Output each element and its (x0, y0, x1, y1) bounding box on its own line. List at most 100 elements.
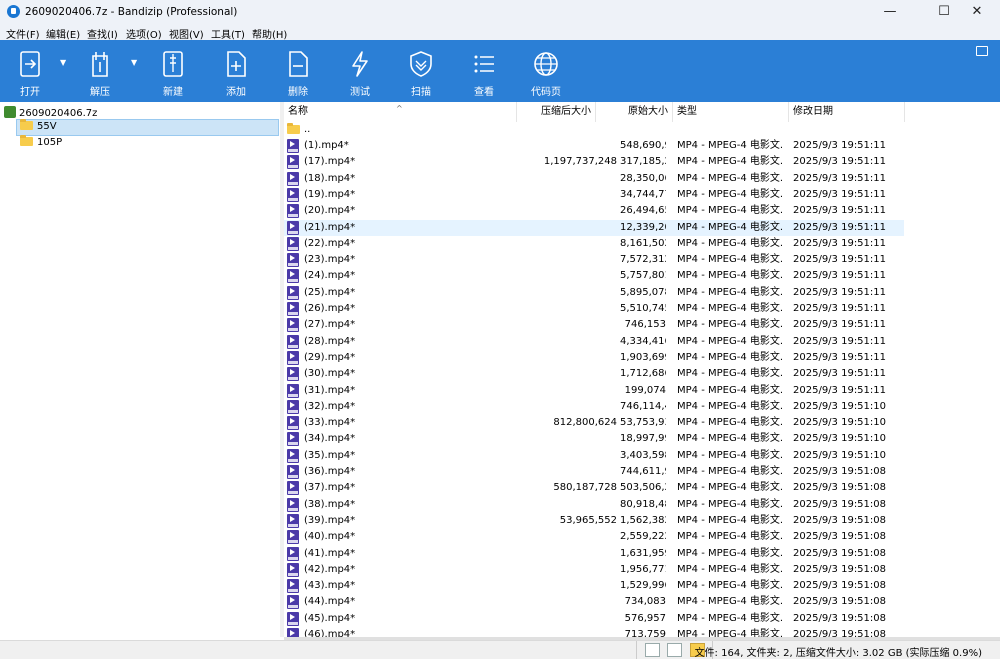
table-row[interactable]: (21).mp4* 12,339,202 MP4 - MPEG-4 电影文... 20… (284, 219, 904, 236)
close-button[interactable]: ✕ (955, 0, 999, 24)
original-size: 18,997,991 (620, 433, 666, 445)
table-row[interactable]: (42).mp4* 1,956,771 MP4 - MPEG-4 电影文... 202… (284, 562, 904, 578)
menu-file[interactable]: 文件(F) (6, 26, 40, 41)
column-original[interactable]: 原始大小 (596, 102, 673, 122)
modified-date: 2025/9/3 19:51:11 (793, 351, 887, 363)
table-row[interactable]: (18).mp4* 28,350,062 MP4 - MPEG-4 电影文... 20… (284, 171, 904, 187)
table-row[interactable]: (41).mp4* 1,631,959 MP4 - MPEG-4 电影文... 202… (284, 546, 904, 562)
modified-date: 2025/9/3 19:51:10 (793, 433, 887, 445)
extract-button[interactable]: 解压 (80, 40, 120, 102)
minimize-button[interactable]: — (868, 0, 912, 24)
column-type[interactable]: 类型 (673, 102, 789, 122)
table-row[interactable]: (23).mp4* 7,572,312 MP4 - MPEG-4 电影文... 202… (284, 252, 904, 268)
video-file-icon (287, 481, 299, 496)
view-button[interactable]: 查看 (464, 40, 504, 102)
table-row[interactable]: (40).mp4* 2,559,222 MP4 - MPEG-4 电影文... 202… (284, 529, 904, 545)
toolbar-layout-icon[interactable] (976, 46, 988, 56)
menu-find[interactable]: 查找(I) (87, 26, 118, 41)
menu-options[interactable]: 选项(O) (126, 26, 162, 41)
original-size: 744,611,954 (620, 466, 666, 477)
original-size: 1,903,699 (620, 351, 666, 363)
file-name: (1).mp4* (304, 140, 349, 151)
compressed-size (520, 594, 617, 610)
table-row[interactable]: (38).mp4* 80,918,487 MP4 - MPEG-4 电影文... 20… (284, 497, 904, 513)
compressed-size (520, 203, 617, 219)
table-row[interactable]: (24).mp4* 5,757,801 MP4 - MPEG-4 电影文... 202… (284, 268, 904, 284)
table-row[interactable]: (1).mp4* 548,690,944 MP4 - MPEG-4 电影文... 20… (284, 138, 904, 154)
tree-folder-label: 55V (37, 121, 57, 132)
column-compressed[interactable]: 压缩后大小 (517, 102, 596, 122)
menu-tools[interactable]: 工具(T) (211, 26, 245, 41)
new-archive-button[interactable]: 新建 (153, 40, 193, 102)
extract-dropdown-chevron-icon[interactable]: ▼ (131, 58, 137, 67)
modified-date: 2025/9/3 19:51:08 (793, 612, 887, 624)
original-size: 199,074 (624, 384, 666, 396)
table-row[interactable]: (31).mp4* 199,074 MP4 - MPEG-4 电影文... 2025/… (284, 383, 904, 399)
table-row[interactable]: (22).mp4* 8,161,502 MP4 - MPEG-4 电影文... 202… (284, 236, 904, 252)
file-name: (41).mp4* (304, 547, 356, 559)
table-row[interactable]: (30).mp4* 1,712,686 MP4 - MPEG-4 电影文... 202… (284, 366, 904, 382)
codepage-button[interactable]: 代码页 (526, 40, 566, 102)
file-name: (40).mp4* (304, 531, 356, 543)
table-row[interactable]: (44).mp4* 734,083 MP4 - MPEG-4 电影文... 2025/… (284, 594, 904, 610)
table-row[interactable]: (33).mp4* 812,800,62453,753,934 MP4 - MPEG… (284, 415, 904, 431)
file-type: MP4 - MPEG-4 电影文... (677, 563, 783, 575)
original-size: 1,529,996 (620, 580, 666, 592)
table-row[interactable]: (46).mp4* 713,759 MP4 - MPEG-4 电影文... 2025/… (284, 627, 904, 637)
video-file-icon (287, 171, 299, 186)
file-name: (33).mp4* (304, 417, 356, 429)
modified-date: 2025/9/3 19:51:08 (793, 531, 887, 543)
menu-view[interactable]: 视图(V) (169, 26, 204, 41)
table-row[interactable]: (39).mp4* 53,965,552 1,562,382 MP4 - MPEG-4… (284, 513, 904, 529)
file-name: (30).mp4* (304, 368, 356, 380)
table-row[interactable]: (43).mp4* 1,529,996 MP4 - MPEG-4 电影文... 202… (284, 578, 904, 594)
codepage-label: 代码页 (531, 87, 561, 98)
table-row[interactable]: (25).mp4* 5,895,078 MP4 - MPEG-4 电影文... 202… (284, 285, 904, 301)
tree-root-archive[interactable]: 2609020406.7z (4, 104, 97, 119)
table-row[interactable]: (28).mp4* 4,334,416 MP4 - MPEG-4 电影文... 202… (284, 334, 904, 350)
tree-folder-105p[interactable]: 105P (20, 135, 62, 151)
tree-folder-55v[interactable]: 55V (16, 119, 279, 136)
test-button[interactable]: 测试 (340, 40, 380, 102)
table-row[interactable]: (26).mp4* 5,510,745 MP4 - MPEG-4 电影文... 202… (284, 301, 904, 317)
original-size: 734,083 (624, 596, 666, 608)
table-row[interactable]: (20).mp4* 26,494,653 MP4 - MPEG-4 电影文... 20… (284, 203, 904, 219)
column-name[interactable]: 名称 ^ (284, 102, 517, 122)
table-row[interactable]: (45).mp4* 576,957 MP4 - MPEG-4 电影文... 2025/… (284, 611, 904, 627)
file-type: MP4 - MPEG-4 电影文... (677, 286, 783, 298)
scan-button[interactable]: 扫描 (401, 40, 441, 102)
menu-edit[interactable]: 编辑(E) (46, 26, 80, 41)
modified-date: 2025/9/3 19:51:08 (793, 629, 887, 637)
list-view-icon[interactable] (667, 643, 682, 657)
view-label: 查看 (474, 87, 494, 98)
open-label: 打开 (20, 87, 40, 98)
open-button[interactable]: 打开 (10, 40, 50, 102)
modified-date: 2025/9/3 19:51:10 (793, 400, 887, 412)
table-row[interactable]: (27).mp4* 746,153 MP4 - MPEG-4 电影文... 2025/… (284, 317, 904, 333)
compressed-size: 812,800,624 (553, 417, 617, 429)
table-row[interactable]: (34).mp4* 18,997,991 MP4 - MPEG-4 电影文... 20… (284, 431, 904, 447)
file-type: MP4 - MPEG-4 电影文... (677, 580, 783, 592)
table-row[interactable]: (35).mp4* 3,403,598 MP4 - MPEG-4 电影文... 202… (284, 448, 904, 464)
add-button[interactable]: 添加 (216, 40, 256, 102)
delete-button[interactable]: 删除 (278, 40, 318, 102)
open-dropdown-chevron-icon[interactable]: ▼ (60, 58, 66, 67)
table-row[interactable]: (17).mp4* 1,197,737,248317,185,296 MP4 - M… (284, 154, 904, 170)
file-name: (36).mp4* (304, 466, 356, 477)
table-row[interactable]: (29).mp4* 1,903,699 MP4 - MPEG-4 电影文... 202… (284, 350, 904, 366)
file-name: (26).mp4* (304, 303, 356, 314)
menu-help[interactable]: 帮助(H) (252, 26, 287, 41)
table-row[interactable]: (32).mp4* 746,114,482 MP4 - MPEG-4 电影文... 2… (284, 399, 904, 415)
video-file-icon (287, 269, 299, 284)
parent-folder-row[interactable]: .. (284, 122, 904, 138)
compressed-size: 53,965,552 (559, 514, 617, 526)
shield-icon (401, 50, 441, 78)
video-file-icon (287, 155, 299, 170)
table-row[interactable]: (19).mp4* 34,744,773 MP4 - MPEG-4 电影文... 20… (284, 187, 904, 203)
column-modified[interactable]: 修改日期 (789, 102, 905, 122)
bandizip-app-icon (7, 5, 20, 18)
table-row[interactable]: (37).mp4* 580,187,728503,506,297 MP4 - MPE… (284, 480, 904, 496)
table-row[interactable]: (36).mp4* 744,611,954 MP4 - MPEG-4 电影文... 2… (284, 464, 904, 480)
compressed-size (520, 366, 617, 382)
details-view-icon[interactable] (645, 643, 660, 657)
